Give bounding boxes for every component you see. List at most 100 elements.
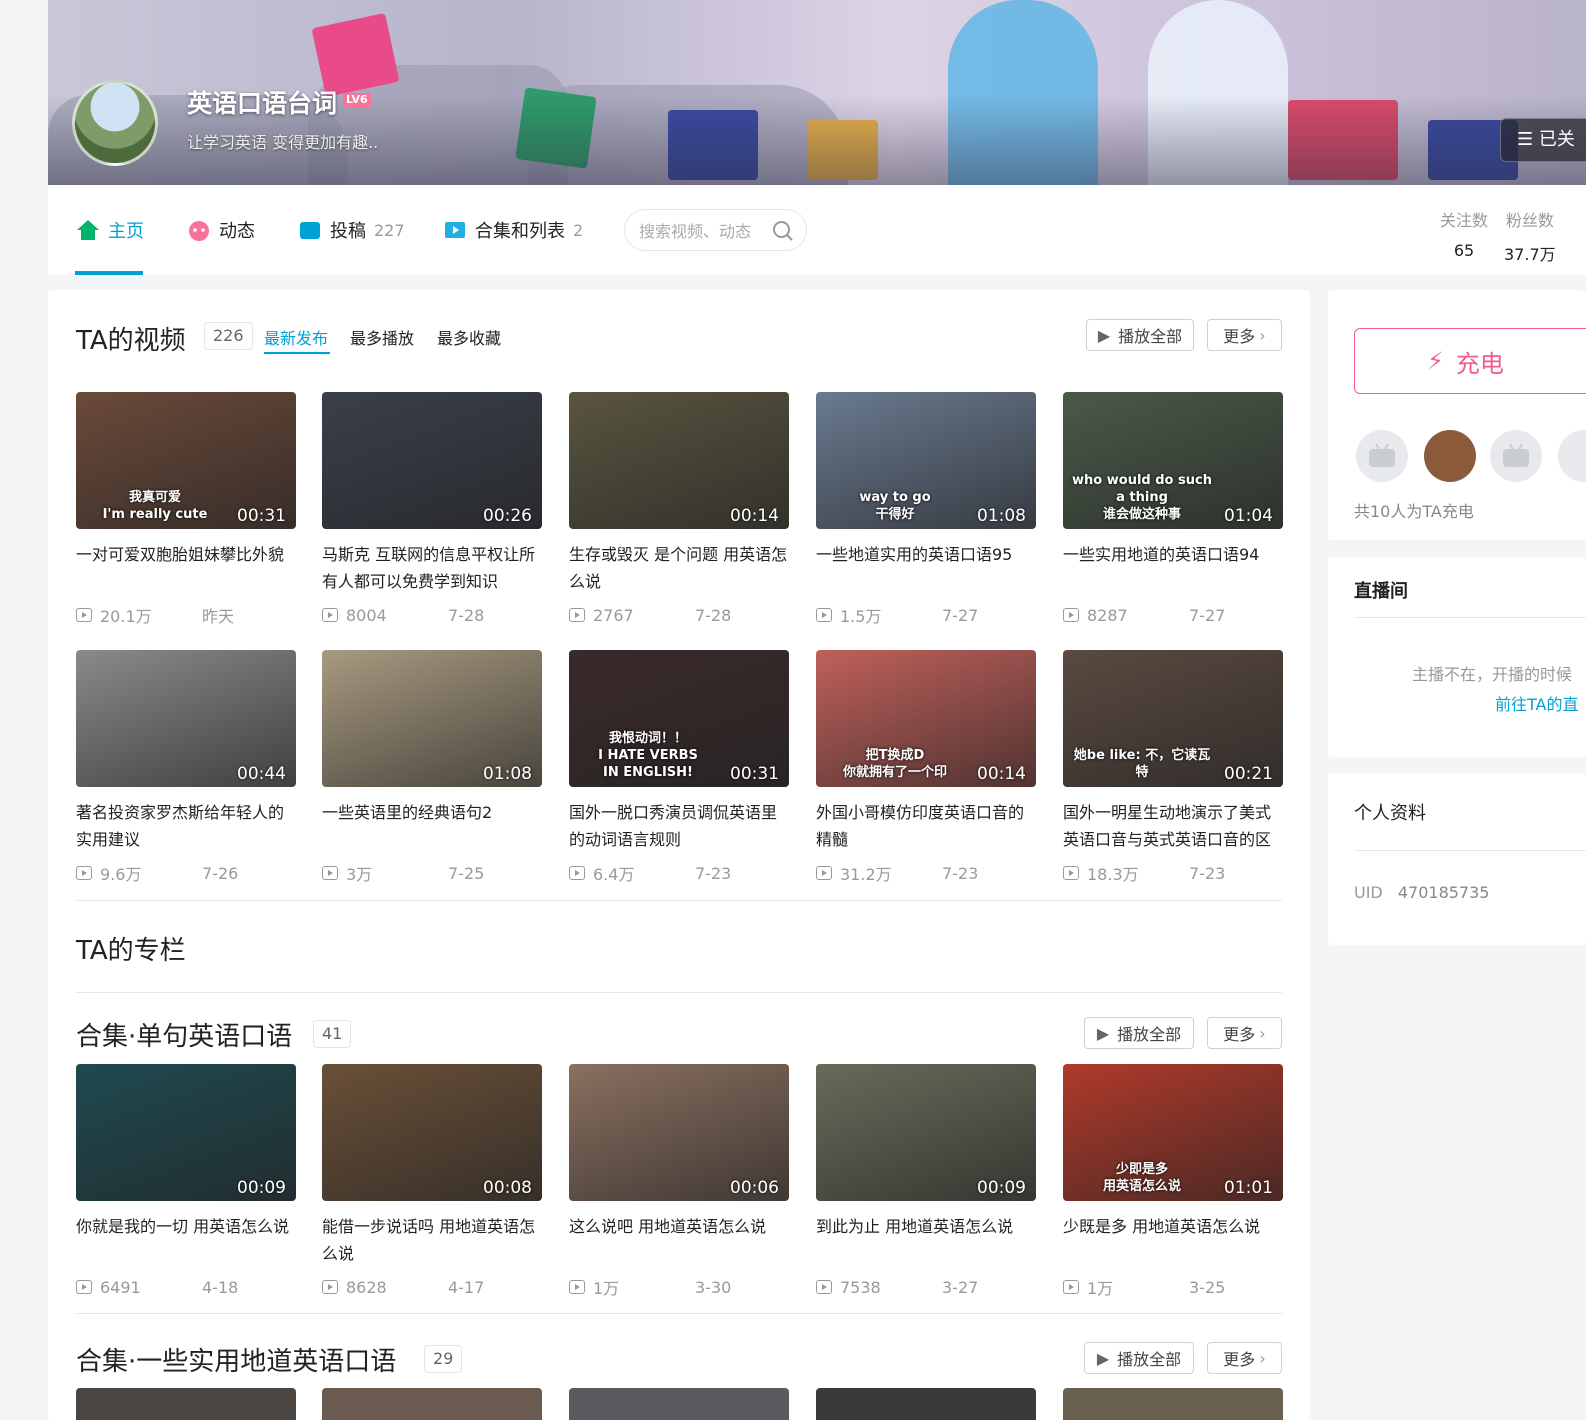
collection2-title[interactable]: 合集·一些实用地道英语口语 — [76, 1341, 396, 1378]
video-thumbnail[interactable] — [816, 1388, 1036, 1420]
tab-uploads[interactable]: 投稿 227 — [298, 217, 405, 243]
video-title[interactable]: 外国小哥模仿印度英语口音的精髓 — [816, 799, 1036, 853]
video-thumbnail[interactable]: 00:44 — [76, 650, 296, 787]
user-avatar[interactable] — [72, 80, 158, 166]
live-room-link[interactable]: 前往TA的直 — [1495, 691, 1578, 715]
more-button[interactable]: 更多 › — [1207, 319, 1282, 351]
video-thumbnail[interactable]: 少即是多 用英语怎么说 01:01 — [1063, 1064, 1283, 1201]
video-thumbnail[interactable] — [1063, 1388, 1283, 1420]
video-thumbnail[interactable]: who would do such a thing 谁会做这种事 01:04 — [1063, 392, 1283, 529]
video-title[interactable]: 少既是多 用地道英语怎么说 — [1063, 1213, 1283, 1267]
collection2-play-all-button[interactable]: ▶ 播放全部 — [1084, 1342, 1194, 1374]
video-thumbnail[interactable] — [569, 1388, 789, 1420]
video-card[interactable]: 我真可爱 I'm really cute 00:31 一对可爱双胞胎姐妹攀比外貌 20… — [76, 392, 296, 626]
tab-collections[interactable]: 合集和列表 2 — [443, 217, 583, 243]
charger-avatar[interactable] — [1424, 430, 1476, 482]
video-card[interactable]: 00:09 你就是我的一切 用英语怎么说 6491 4-18 — [76, 1064, 296, 1297]
video-title[interactable]: 马斯克 互联网的信息平权让所有人都可以免费学到知识 — [322, 541, 542, 595]
video-card[interactable]: 00:06 这么说吧 用地道英语怎么说 1万 3-30 — [569, 1064, 789, 1298]
video-thumbnail[interactable] — [322, 1388, 542, 1420]
video-card[interactable]: who would do such a thing 谁会做这种事 01:04 一些实… — [1063, 392, 1283, 625]
tab-latest[interactable]: 最新发布 — [264, 325, 328, 349]
tab-uploads-count: 227 — [374, 220, 405, 240]
video-meta: 8628 4-17 — [322, 1277, 542, 1297]
search-icon[interactable] — [772, 220, 794, 242]
video-thumbnail[interactable]: 她be like: 不，它读瓦特 00:21 — [1063, 650, 1283, 787]
video-card[interactable]: way to go 干得好 01:08 一些地道实用的英语口语95 1.5万 7-27 — [816, 392, 1036, 626]
video-thumbnail[interactable] — [76, 1388, 296, 1420]
video-duration: 01:08 — [483, 764, 532, 784]
video-title[interactable]: 你就是我的一切 用英语怎么说 — [76, 1213, 296, 1267]
video-thumbnail[interactable]: 00:08 — [322, 1064, 542, 1201]
video-title[interactable]: 这么说吧 用地道英语怎么说 — [569, 1213, 789, 1267]
lightning-icon: ⚡ — [1427, 347, 1444, 375]
video-card[interactable]: 01:08 一些英语里的经典语句2 3万 7-25 — [322, 650, 542, 884]
video-card[interactable]: 少即是多 用英语怎么说 01:01 少既是多 用地道英语怎么说 1万 3-25 — [1063, 1064, 1283, 1298]
thumbnail-caption: 少即是多 用英语怎么说 — [1102, 1162, 1181, 1194]
video-card[interactable]: 00:14 生存或毁灭 是个问题 用英语怎么说 2767 7-28 — [569, 392, 789, 625]
video-card[interactable]: 把T换成D 你就拥有了一个印 00:14 外国小哥模仿印度英语口音的精髓 31.2万 7… — [816, 650, 1036, 884]
play-all-button[interactable]: ▶ 播放全部 — [1086, 319, 1194, 351]
play-count-icon — [76, 1280, 92, 1294]
video-thumbnail[interactable]: way to go 干得好 01:08 — [816, 392, 1036, 529]
level-badge: LV6 — [343, 93, 371, 107]
video-thumbnail[interactable]: 把T换成D 你就拥有了一个印 00:14 — [816, 650, 1036, 787]
username: 英语口语台词 — [187, 89, 338, 118]
video-card[interactable]: 00:44 著名投资家罗杰斯给年轻人的实用建议 9.6万 7-26 — [76, 650, 296, 884]
stat-following[interactable]: 关注数 65 — [1440, 207, 1488, 260]
charger-avatar[interactable] — [1490, 430, 1542, 482]
collection2-more-button[interactable]: 更多 › — [1207, 1342, 1282, 1374]
video-title[interactable]: 一些英语里的经典语句2 — [322, 799, 542, 853]
collection1-more-button[interactable]: 更多 › — [1207, 1017, 1282, 1049]
tab-collections-label: 合集和列表 — [475, 221, 565, 242]
video-duration: 00:21 — [1224, 764, 1273, 784]
video-title[interactable]: 一些地道实用的英语口语95 — [816, 541, 1036, 595]
video-thumbnail[interactable]: 我真可爱 I'm really cute 00:31 — [76, 392, 296, 529]
video-thumbnail[interactable]: 00:26 — [322, 392, 542, 529]
publish-date: 3-30 — [695, 1277, 732, 1297]
video-thumbnail[interactable]: 00:09 — [76, 1064, 296, 1201]
follow-button[interactable]: ☰ 已关 — [1500, 118, 1586, 162]
video-title[interactable]: 一对可爱双胞胎姐妹攀比外貌 — [76, 541, 296, 595]
stat-fans[interactable]: 粉丝数 37.7万 — [1504, 207, 1556, 265]
charger-avatar[interactable] — [1558, 430, 1586, 482]
space-search-input[interactable]: 搜索视频、动态 — [624, 209, 807, 251]
view-count: 1.5万 — [840, 607, 882, 626]
collection1-play-all-button[interactable]: ▶ 播放全部 — [1084, 1017, 1194, 1049]
collection1-title[interactable]: 合集·单句英语口语 — [76, 1016, 292, 1053]
charge-button[interactable]: ⚡ 充电 — [1354, 328, 1586, 394]
tab-most-favorited[interactable]: 最多收藏 — [437, 325, 501, 349]
thumbnail-caption: 她be like: 不，它读瓦特 — [1073, 748, 1211, 780]
video-title[interactable]: 能借一步说话吗 用地道英语怎么说 — [322, 1213, 542, 1267]
video-card[interactable]: 我恨动词！！ I HATE VERBS IN ENGLISH! 00:31 国外一脱… — [569, 650, 789, 884]
tab-most-played[interactable]: 最多播放 — [350, 325, 414, 349]
video-title[interactable]: 国外一脱口秀演员调侃英语里的动词语言规则 — [569, 799, 789, 853]
video-title[interactable]: 国外一明星生动地演示了美式英语口音与英式英语口音的区 — [1063, 799, 1283, 853]
video-card[interactable]: 她be like: 不，它读瓦特 00:21 国外一明星生动地演示了美式英语口音与英… — [1063, 650, 1283, 884]
video-title[interactable]: 著名投资家罗杰斯给年轻人的实用建议 — [76, 799, 296, 853]
video-thumbnail[interactable]: 00:09 — [816, 1064, 1036, 1201]
stat-following-value: 65 — [1453, 241, 1475, 260]
view-count: 8628 — [346, 1277, 387, 1297]
view-count: 20.1万 — [100, 607, 152, 626]
video-title[interactable]: 一些实用地道的英语口语94 — [1063, 541, 1283, 595]
tab-dynamic[interactable]: 动态 — [187, 217, 255, 243]
video-thumbnail[interactable]: 我恨动词！！ I HATE VERBS IN ENGLISH! 00:31 — [569, 650, 789, 787]
video-thumbnail[interactable]: 00:06 — [569, 1064, 789, 1201]
video-card[interactable]: 00:26 马斯克 互联网的信息平权让所有人都可以免费学到知识 8004 7-28 — [322, 392, 542, 625]
video-meta: 6.4万 7-23 — [569, 863, 789, 884]
video-duration: 00:09 — [237, 1178, 286, 1198]
video-thumbnail[interactable]: 00:14 — [569, 392, 789, 529]
video-title[interactable]: 生存或毁灭 是个问题 用英语怎么说 — [569, 541, 789, 595]
tab-home[interactable]: 主页 — [76, 217, 144, 243]
stat-following-label: 关注数 — [1440, 211, 1489, 230]
video-title[interactable]: 到此为止 用地道英语怎么说 — [816, 1213, 1036, 1267]
publish-date: 7-27 — [1189, 605, 1226, 625]
tab-latest-underline — [264, 352, 330, 354]
video-card[interactable]: 00:09 到此为止 用地道英语怎么说 7538 3-27 — [816, 1064, 1036, 1297]
charger-avatar[interactable] — [1356, 430, 1408, 482]
video-thumbnail[interactable]: 01:08 — [322, 650, 542, 787]
video-card[interactable]: 00:08 能借一步说话吗 用地道英语怎么说 8628 4-17 — [322, 1064, 542, 1297]
tab-collections-count: 2 — [573, 220, 584, 240]
publish-date: 7-28 — [695, 605, 732, 625]
